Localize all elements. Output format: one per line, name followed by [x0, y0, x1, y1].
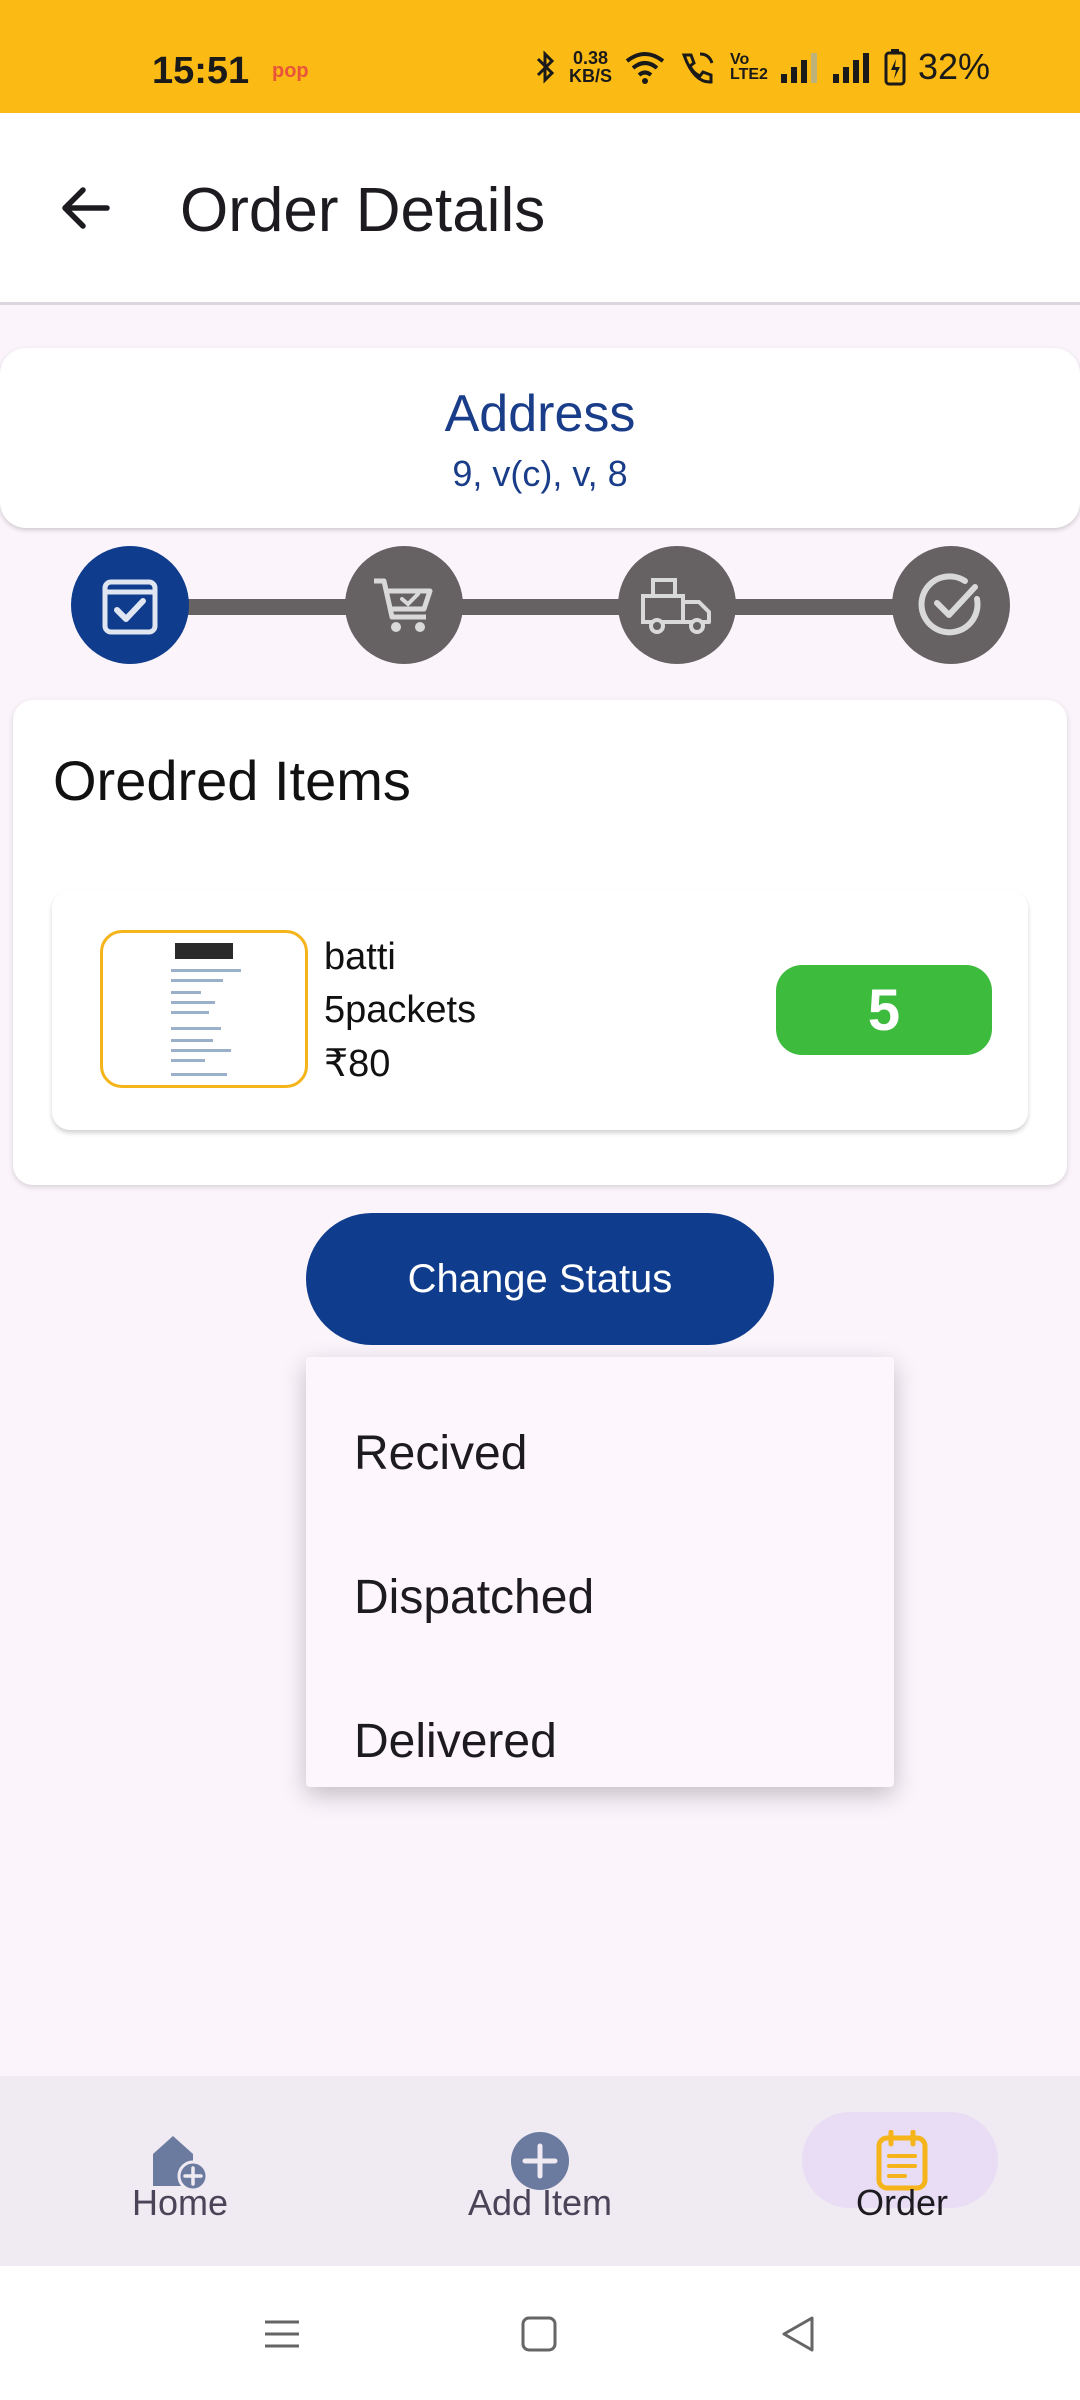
thumbnail-graphic: [171, 1027, 221, 1030]
step-order-placed: [71, 546, 189, 664]
volte-line1: Vo: [730, 51, 750, 68]
app-bar: Order Details: [0, 113, 1080, 305]
menu-item-recived[interactable]: Recived: [306, 1381, 894, 1525]
step-delivered: [892, 546, 1010, 664]
square-icon: [521, 2316, 557, 2352]
menu-item-delivered[interactable]: Delivered: [306, 1669, 894, 1813]
step-dispatched: [618, 546, 736, 664]
menu-icon: [265, 2320, 299, 2348]
item-quantity-text: 5packets: [324, 989, 477, 1031]
step-received: [345, 546, 463, 664]
cart-check-icon: [374, 578, 433, 632]
thumbnail-graphic: [171, 1049, 231, 1052]
volte-indicator: Vo LTE2: [730, 51, 768, 83]
triangle-back-icon: [782, 2316, 814, 2352]
thumbnail-graphic: [171, 1073, 227, 1076]
change-status-button[interactable]: Change Status: [306, 1213, 774, 1345]
thumbnail-graphic: [171, 991, 201, 994]
battery-icon: [884, 49, 906, 86]
back-button[interactable]: [48, 171, 122, 245]
wifi-icon: [625, 52, 665, 84]
net-speed-unit: KB/S: [568, 66, 612, 86]
recents-button[interactable]: [254, 2306, 310, 2362]
page-title: Order Details: [180, 176, 546, 245]
delivery-truck-icon: [641, 578, 711, 634]
status-bar: 15:51 pop 0.38 KB/S Vo LTE2 32%: [0, 0, 1080, 113]
quantity-badge: 5: [776, 965, 992, 1055]
status-app-indicator: pop: [272, 60, 309, 82]
thumbnail-graphic: [171, 1039, 213, 1042]
thumbnail-graphic: [171, 1001, 215, 1004]
net-speed-value: 0.38: [572, 48, 609, 68]
battery-level: 32%: [917, 46, 990, 87]
thumbnail-graphic: [171, 969, 241, 972]
thumbnail-graphic: [175, 943, 233, 959]
net-speed: 0.38 KB/S: [569, 49, 612, 85]
thumbnail-graphic: [171, 1011, 209, 1014]
item-price: ₹80: [324, 1043, 391, 1085]
order-progress-stepper: [70, 546, 1010, 666]
wifi-calling-icon: [681, 52, 714, 84]
ordered-items-card: Oredred Items batti 5packets ₹80 5: [13, 700, 1067, 1185]
nav-item-add-item[interactable]: Add Item: [390, 2076, 690, 2266]
system-navigation-bar: [0, 2266, 1080, 2400]
nav-label-order: Order: [855, 2182, 949, 2223]
thumbnail-graphic: [171, 1059, 205, 1062]
item-thumbnail: [100, 930, 308, 1088]
check-circle-icon: [918, 573, 981, 636]
signal-strength-icon-sim2: [832, 53, 869, 83]
item-name: batti: [324, 936, 396, 978]
back-system-button[interactable]: [770, 2306, 826, 2362]
list-item[interactable]: batti 5packets ₹80 5: [52, 890, 1028, 1130]
menu-item-dispatched[interactable]: Dispatched: [306, 1525, 894, 1669]
address-card: Address 9, v(c), v, 8: [0, 348, 1080, 528]
arrow-back-icon: [62, 187, 110, 229]
address-title: Address: [444, 385, 636, 443]
ordered-items-title: Oredred Items: [53, 749, 411, 812]
thumbnail-graphic: [171, 979, 223, 982]
address-value: 9, v(c), v, 8: [452, 453, 628, 494]
nav-item-order[interactable]: Order: [752, 2076, 1052, 2266]
status-dropdown-menu: Recived Dispatched Delivered: [306, 1357, 894, 1787]
home-button[interactable]: [511, 2306, 567, 2362]
nav-item-home[interactable]: Home: [30, 2076, 330, 2266]
nav-label-home: Home: [131, 2182, 229, 2223]
bottom-navigation: Home Add Item Order: [0, 2076, 1080, 2266]
bluetooth-icon: [536, 50, 555, 84]
status-icons: 0.38 KB/S Vo LTE2 32%: [535, 46, 990, 88]
status-time: 15:51: [152, 50, 250, 92]
signal-strength-icon-sim1: [780, 53, 817, 83]
volte-line2: LTE2: [730, 66, 768, 83]
nav-label-add-item: Add Item: [467, 2182, 613, 2223]
box-check-icon: [102, 579, 158, 635]
